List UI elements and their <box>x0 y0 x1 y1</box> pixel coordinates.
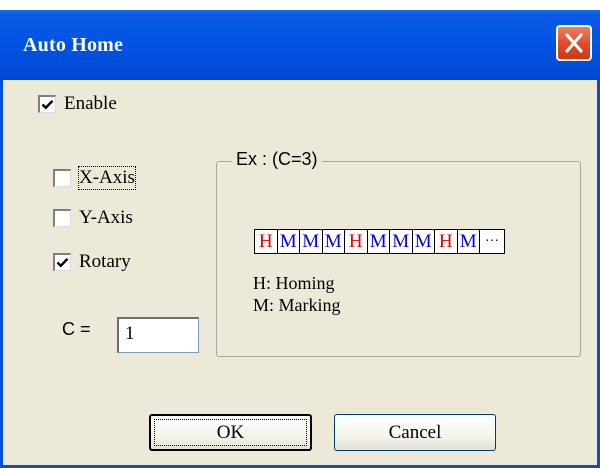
checkmark-icon <box>41 99 54 110</box>
window-top-edge <box>0 0 600 10</box>
sequence-cell-marking: M <box>413 230 435 253</box>
example-groupbox <box>216 161 581 357</box>
y-axis-checkbox-box[interactable] <box>53 209 71 227</box>
enable-checkbox-box[interactable] <box>38 95 56 113</box>
checkmark-icon <box>56 257 69 268</box>
rotary-checkbox-box[interactable] <box>53 253 71 271</box>
x-axis-label: X-Axis <box>78 166 136 190</box>
count-label: C = <box>62 319 91 339</box>
homing-sequence: H M M M H M M M H M ··· <box>254 229 505 254</box>
sequence-cell-marking: M <box>368 230 390 253</box>
example-groupbox-title: Ex : (C=3) <box>232 149 322 170</box>
close-button[interactable] <box>556 25 592 61</box>
sequence-cell-homing: H <box>435 230 458 253</box>
sequence-cell-marking: M <box>390 230 413 253</box>
sequence-cell-marking: M <box>278 230 300 253</box>
y-axis-checkbox[interactable]: Y-Axis <box>53 207 133 229</box>
y-axis-label: Y-Axis <box>79 207 133 228</box>
sequence-cell-homing: H <box>345 230 368 253</box>
cancel-button[interactable]: Cancel <box>334 414 496 451</box>
count-input[interactable]: 1 <box>117 317 199 353</box>
enable-label: Enable <box>64 93 117 114</box>
homing-legend: H: Homing <box>253 273 335 293</box>
sequence-cell-marking: M <box>458 230 480 253</box>
sequence-cell-homing: H <box>255 230 278 253</box>
window-title: Auto Home <box>23 34 124 56</box>
sequence-cell-ellipsis: ··· <box>485 234 499 249</box>
rotary-checkbox[interactable]: Rotary <box>53 251 131 273</box>
rotary-label: Rotary <box>79 251 131 272</box>
sequence-cell-marking: M <box>300 230 323 253</box>
ok-button-focus <box>154 419 307 446</box>
enable-checkbox[interactable]: Enable <box>38 93 117 115</box>
marking-legend: M: Marking <box>253 295 341 315</box>
ok-button[interactable]: OK <box>149 414 312 451</box>
sequence-cell-marking: M <box>323 230 345 253</box>
window-border-left <box>0 80 3 468</box>
close-icon <box>565 33 583 53</box>
x-axis-checkbox-box[interactable] <box>53 169 71 187</box>
cancel-button-label: Cancel <box>388 422 442 443</box>
x-axis-checkbox[interactable]: X-Axis <box>53 166 136 190</box>
